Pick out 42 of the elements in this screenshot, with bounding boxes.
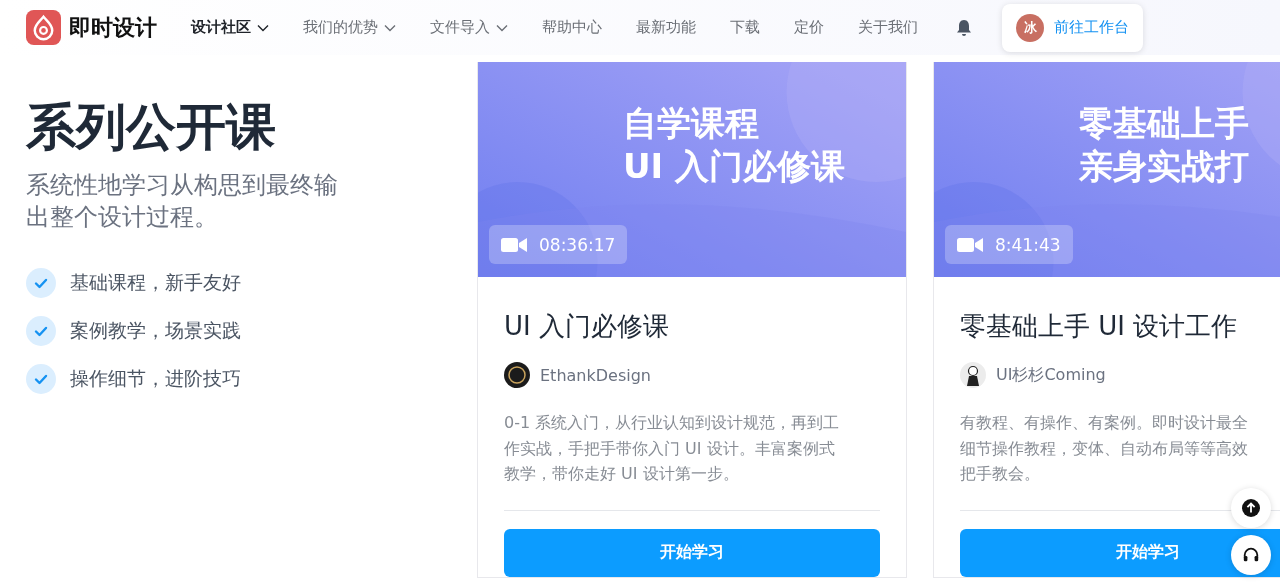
video-camera-icon: [957, 235, 983, 254]
nav-item[interactable]: 定价: [790, 18, 828, 37]
cover-title: 自学课程: [623, 102, 760, 145]
logo-icon: [26, 10, 61, 45]
cover-title: 亲身实战打: [1079, 144, 1249, 187]
arrow-up-icon: [1242, 499, 1260, 517]
cover-title: 零基础上手: [1079, 102, 1249, 145]
brand-name: 即时设计: [69, 13, 157, 42]
bell-icon[interactable]: [956, 18, 972, 37]
feature-text: 案例教学，场景实践: [70, 317, 241, 343]
duration-text: 8:41:43: [995, 234, 1061, 255]
author-name[interactable]: UI杉杉Coming: [996, 364, 1106, 386]
course-title: UI 入门必修课: [504, 310, 670, 343]
start-learning-button[interactable]: 开始学习: [504, 528, 880, 577]
nav-item[interactable]: 关于我们: [854, 18, 922, 37]
course-description: 0-1 系统入门，从行业认知到设计规范，再到工 作实战，手把手带你入门 UI 设计。丰富案例式 教学，带你走好 UI 设计第一步。: [504, 412, 841, 486]
video-camera-icon: [501, 235, 527, 254]
course-description: 有教程、有操作、有案例。即时设计最全 细节操作教程，变体、自动布局等等高效 把手教会。: [960, 412, 1249, 486]
workspace-button[interactable]: 冰 前往工作台: [1002, 3, 1143, 52]
check-icon: [26, 363, 56, 394]
author-avatar: [960, 362, 986, 388]
nav-item[interactable]: 帮助中心: [538, 18, 606, 37]
author-name[interactable]: EthankDesign: [540, 365, 651, 385]
page-title: 系列公开课: [26, 97, 277, 157]
workspace-label: 前往工作台: [1054, 18, 1129, 37]
nav-item[interactable]: 设计社区: [187, 18, 273, 37]
page-subtitle: 系统性地学习从构思到最终输出整个设计过程。: [26, 170, 339, 234]
start-learning-button[interactable]: 开始学习: [960, 528, 1280, 577]
feature-text: 基础课程，新手友好: [70, 269, 241, 295]
feature-text: 操作细节，进阶技巧: [70, 365, 241, 391]
nav-item[interactable]: 文件导入: [426, 18, 512, 37]
headset-icon: [1242, 546, 1260, 564]
nav-item[interactable]: 下载: [726, 18, 764, 37]
author-avatar: [504, 362, 530, 388]
cover-title: UI 入门必修课: [623, 144, 846, 187]
course-title: 零基础上手 UI 设计工作: [960, 310, 1239, 343]
check-icon: [26, 315, 56, 346]
nav-item[interactable]: 我们的优势: [299, 18, 400, 37]
check-icon: [26, 267, 56, 298]
user-avatar: 冰: [1016, 13, 1044, 42]
nav-item[interactable]: 最新功能: [632, 18, 700, 37]
duration-text: 08:36:17: [539, 234, 616, 255]
